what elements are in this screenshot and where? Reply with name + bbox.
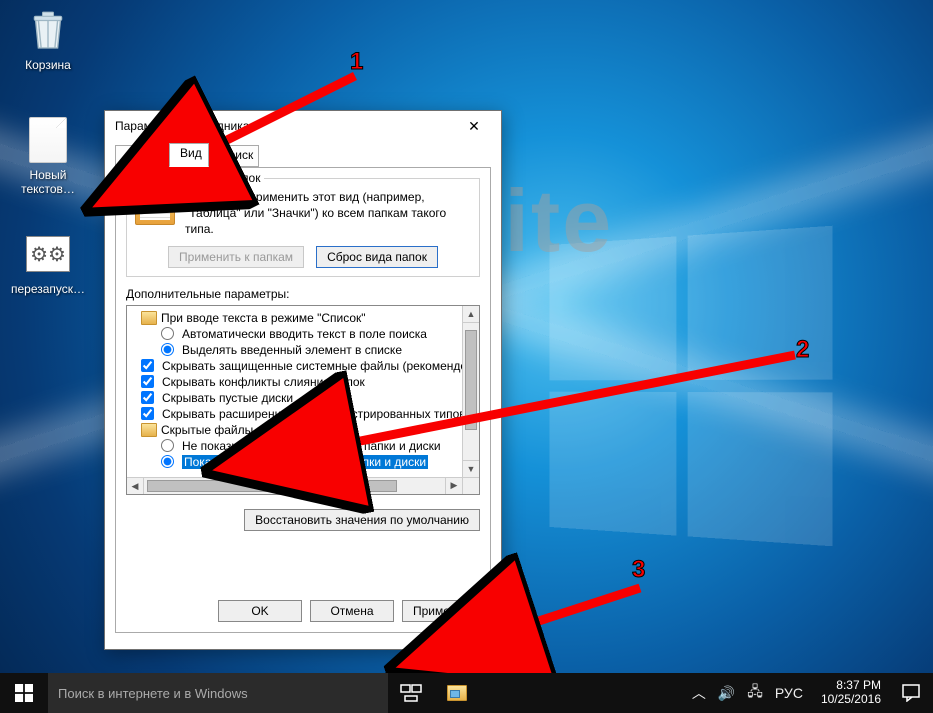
scroll-left-icon[interactable]: ◀ bbox=[127, 478, 144, 494]
desktop-icon-label: Корзина bbox=[10, 58, 86, 72]
close-button[interactable]: ✕ bbox=[453, 112, 495, 140]
folder-options-dialog: Параметры Проводника ✕ Общие Вид Поиск П… bbox=[104, 110, 502, 650]
notification-icon bbox=[902, 684, 920, 702]
advanced-settings-list[interactable]: При вводе текста в режиме "Список" Автом… bbox=[126, 305, 480, 495]
scroll-right-icon[interactable]: ▶ bbox=[445, 478, 462, 494]
annotation-arrow-3 bbox=[490, 580, 660, 655]
advanced-settings-label: Дополнительные параметры: bbox=[126, 287, 480, 301]
tray-volume-icon[interactable]: 🔊 bbox=[718, 685, 735, 702]
desktop-icon-text-file[interactable]: Новый текстов… bbox=[10, 116, 86, 197]
windows-logo-icon bbox=[15, 684, 33, 702]
tab-general[interactable]: Общие bbox=[115, 145, 169, 167]
recycle-bin-icon bbox=[24, 6, 72, 54]
apply-button[interactable]: Применить bbox=[402, 600, 486, 622]
folder-view-description: Вы можете применить этот вид (например, … bbox=[185, 189, 471, 238]
folder-view-group: Представление папок Вы можете применить … bbox=[126, 178, 480, 277]
taskbar: Поиск в интернете и в Windows ︿ 🔊 🖧 РУС … bbox=[0, 673, 933, 713]
list-option[interactable]: Скрывать пустые диски bbox=[131, 390, 479, 406]
system-tray: ︿ 🔊 🖧 РУС bbox=[682, 681, 813, 705]
tab-view-panel: Представление папок Вы можете применить … bbox=[115, 167, 491, 633]
batch-file-icon: ⚙⚙ bbox=[24, 230, 72, 278]
clock-time: 8:37 PM bbox=[821, 679, 881, 693]
tab-view[interactable]: Вид bbox=[169, 143, 209, 167]
tray-chevron-up-icon[interactable]: ︿ bbox=[692, 683, 706, 703]
list-option[interactable]: Автоматически вводить текст в поле поиск… bbox=[131, 326, 479, 342]
tray-language[interactable]: РУС bbox=[775, 685, 803, 701]
start-button[interactable] bbox=[0, 673, 48, 713]
desktop-icon-recycle-bin[interactable]: Корзина bbox=[10, 6, 86, 72]
group-legend: Представление папок bbox=[135, 171, 264, 185]
restore-defaults-button[interactable]: Восстановить значения по умолчанию bbox=[244, 509, 480, 531]
desktop-icon-label: Новый текстов… bbox=[10, 168, 86, 197]
tab-search[interactable]: Поиск bbox=[209, 145, 259, 167]
search-placeholder: Поиск в интернете и в Windows bbox=[58, 686, 248, 701]
vertical-scrollbar[interactable]: ▲ ▼ bbox=[462, 306, 479, 494]
list-option[interactable]: Не показывать скрытые файлы, папки и дис… bbox=[131, 438, 479, 454]
list-option[interactable]: Выделять введенный элемент в списке bbox=[131, 342, 479, 358]
task-view-button[interactable] bbox=[388, 673, 434, 713]
folder-icon bbox=[141, 311, 157, 325]
list-option[interactable]: Скрывать защищенные системные файлы (рек… bbox=[131, 358, 479, 374]
file-explorer-icon bbox=[447, 685, 467, 701]
desktop-icon-label: перезапуск… bbox=[10, 282, 86, 296]
dialog-title: Параметры Проводника bbox=[115, 119, 453, 133]
list-option[interactable]: Скрывать расширения для зарегистрированн… bbox=[131, 406, 479, 422]
taskbar-clock[interactable]: 8:37 PM 10/25/2016 bbox=[813, 679, 889, 707]
task-view-icon bbox=[400, 684, 422, 702]
list-group: Скрытые файлы и папки bbox=[131, 422, 479, 438]
desktop-icon-batch-file[interactable]: ⚙⚙ перезапуск… bbox=[10, 230, 86, 296]
text-file-icon bbox=[24, 116, 72, 164]
scroll-up-icon[interactable]: ▲ bbox=[463, 306, 479, 323]
folder-icon bbox=[141, 423, 157, 437]
apply-to-folders-button: Применить к папкам bbox=[168, 246, 304, 268]
dialog-tabs: Общие Вид Поиск bbox=[115, 145, 491, 167]
list-group: При вводе текста в режиме "Список" bbox=[131, 310, 479, 326]
list-option[interactable]: Скрывать конфликты слияния папок bbox=[131, 374, 479, 390]
clock-date: 10/25/2016 bbox=[821, 693, 881, 707]
folder-view-icon bbox=[135, 189, 175, 225]
action-center-button[interactable] bbox=[889, 673, 933, 713]
annotation-number-3: 3 bbox=[632, 556, 645, 584]
horizontal-scrollbar[interactable]: ◀ ▶ bbox=[127, 477, 462, 494]
taskbar-app-explorer[interactable] bbox=[434, 673, 480, 713]
annotation-number-1: 1 bbox=[350, 48, 363, 76]
desktop-wallpaper: Корзина Новый текстов… ⚙⚙ перезапуск… Ko… bbox=[0, 0, 933, 673]
ok-button[interactable]: OK bbox=[218, 600, 302, 622]
reset-folders-button[interactable]: Сброс вида папок bbox=[316, 246, 438, 268]
taskbar-search[interactable]: Поиск в интернете и в Windows bbox=[48, 673, 388, 713]
scroll-thumb[interactable] bbox=[465, 330, 477, 430]
tray-network-icon[interactable]: 🖧 bbox=[747, 681, 763, 705]
cancel-button[interactable]: Отмена bbox=[310, 600, 394, 622]
dialog-titlebar[interactable]: Параметры Проводника ✕ bbox=[105, 111, 501, 141]
list-option-selected[interactable]: Показывать скрытые файлы, папки и диски bbox=[131, 454, 479, 470]
scroll-thumb[interactable] bbox=[147, 480, 397, 492]
scroll-down-icon[interactable]: ▼ bbox=[463, 460, 479, 477]
